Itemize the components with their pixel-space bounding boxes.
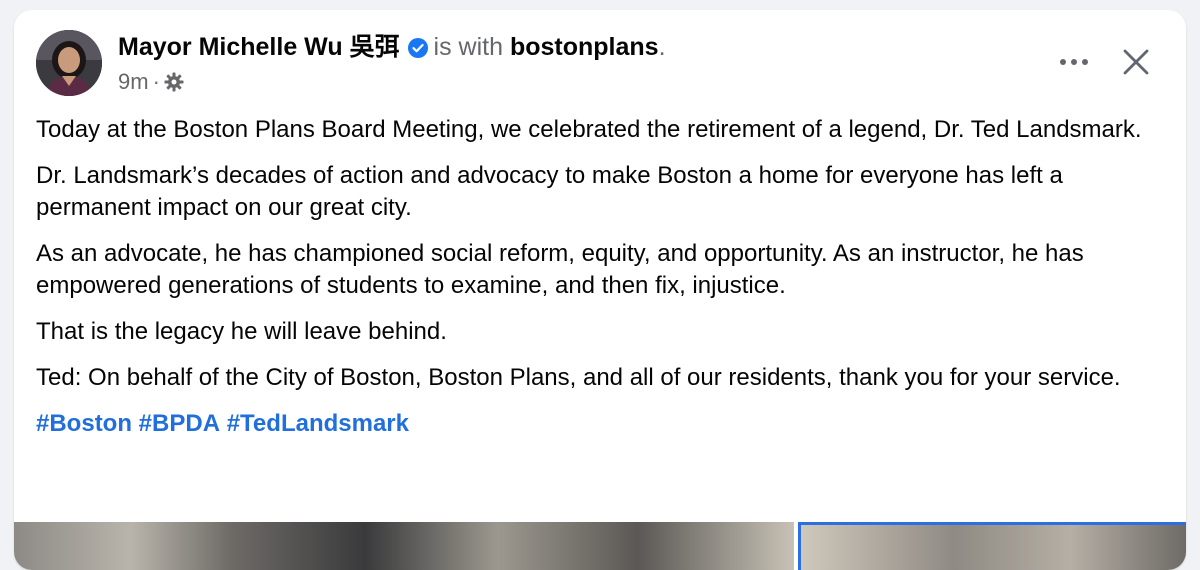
with-text: is with bbox=[433, 33, 503, 61]
meta-separator: · bbox=[152, 69, 160, 94]
hashtag-link[interactable]: #Boston bbox=[36, 410, 132, 437]
close-icon bbox=[1122, 48, 1150, 81]
close-button[interactable] bbox=[1114, 42, 1158, 86]
gear-icon[interactable] bbox=[164, 69, 184, 94]
post-header: Mayor Michelle Wu 吳弭 is with bostonplans. bbox=[118, 32, 666, 65]
post-paragraph: Today at the Boston Plans Board Meeting,… bbox=[36, 116, 1142, 143]
post-paragraph: As an advocate, he has championed social… bbox=[36, 240, 1084, 299]
avatar[interactable] bbox=[36, 30, 102, 96]
post-body: Today at the Boston Plans Board Meeting,… bbox=[36, 114, 1166, 454]
more-horizontal-icon bbox=[1059, 53, 1089, 71]
header-period: . bbox=[658, 33, 666, 61]
hashtag-link[interactable]: #TedLandsmark bbox=[227, 410, 409, 437]
post-meta: 9m · bbox=[118, 68, 184, 96]
post-paragraph: Dr. Landsmark’s decades of action and ad… bbox=[36, 162, 1063, 221]
post-paragraph: That is the legacy he will leave behind. bbox=[36, 318, 447, 345]
tagged-page-link[interactable]: bostonplans bbox=[510, 33, 659, 61]
hashtag-list: #Boston #BPDA #TedLandsmark bbox=[36, 408, 1166, 440]
author-name[interactable]: Mayor Michelle Wu 吳弭 bbox=[118, 33, 400, 61]
post-timestamp[interactable]: 9m bbox=[118, 69, 149, 94]
post-photos bbox=[14, 522, 1186, 570]
hashtag-link[interactable]: #BPDA bbox=[139, 410, 220, 437]
post-paragraph: Ted: On behalf of the City of Boston, Bo… bbox=[36, 364, 1121, 391]
verified-badge-icon bbox=[407, 35, 428, 65]
more-options-button[interactable] bbox=[1054, 48, 1094, 76]
post-photo[interactable] bbox=[14, 522, 794, 570]
post-photo[interactable] bbox=[798, 522, 1186, 570]
post-card: Mayor Michelle Wu 吳弭 is with bostonplans.… bbox=[14, 10, 1186, 570]
